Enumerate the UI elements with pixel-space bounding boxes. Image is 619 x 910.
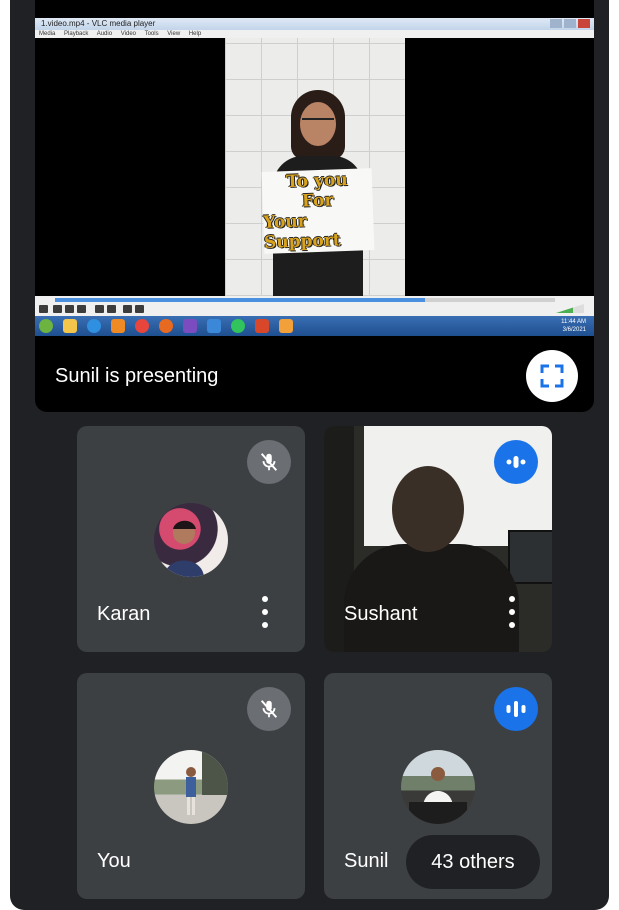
thank-you-sign: To you For Your Support	[261, 168, 375, 254]
clock-time: 11:44 AM	[561, 319, 586, 325]
participant-name: Sunil	[344, 850, 389, 872]
sign-line: For	[301, 190, 334, 212]
previous-icon	[53, 305, 62, 313]
taskbar-clock: 11:44 AM 3/6/2021	[561, 318, 586, 334]
fullscreen-button[interactable]	[526, 350, 578, 402]
mic-off-icon	[260, 453, 278, 471]
clock-date: 3/6/2021	[562, 327, 586, 333]
speaking-indicator	[494, 440, 538, 484]
powerpoint-icon	[255, 319, 269, 333]
participant-name: You	[97, 850, 131, 872]
next-icon	[77, 305, 86, 313]
start-icon	[39, 319, 53, 333]
mic-off-badge	[247, 440, 291, 484]
shared-screen: 1.video.mp4 - VLC media player Media Pla…	[35, 18, 594, 336]
seek-bar	[55, 298, 555, 302]
sign-line: To you	[285, 169, 349, 193]
more-options-button[interactable]	[502, 596, 522, 628]
loop-icon	[123, 305, 132, 313]
media-icon	[111, 319, 125, 333]
sign-line: Your Support	[263, 211, 341, 253]
vlc-menu-item: Media	[39, 31, 56, 37]
whatsapp-icon	[231, 319, 245, 333]
mic-off-icon	[260, 700, 278, 718]
vlc-menu-item: Tools	[144, 31, 159, 37]
play-pause-icon	[39, 305, 48, 313]
stop-icon	[65, 305, 74, 313]
playlist-icon	[107, 305, 116, 313]
vlc-title-bar: 1.video.mp4 - VLC media player	[35, 18, 594, 30]
mic-off-badge	[247, 687, 291, 731]
audio-levels-icon	[506, 701, 526, 717]
others-count-button[interactable]: 43 others	[406, 835, 540, 889]
vlc-menu-bar: Media Playback Audio Video Tools View He…	[35, 30, 594, 38]
vlc-menu-item: Help	[188, 31, 202, 37]
app-icon	[207, 319, 221, 333]
presentation-tile[interactable]: 1.video.mp4 - VLC media player Media Pla…	[35, 0, 594, 412]
vlc-menu-item: Video	[120, 31, 136, 37]
vlc-controls	[35, 296, 594, 316]
avatar	[154, 503, 228, 577]
speaking-indicator	[494, 687, 538, 731]
avatar	[154, 750, 228, 824]
fullscreen-icon	[540, 364, 564, 388]
shuffle-icon	[135, 305, 144, 313]
window-controls	[550, 19, 590, 28]
vlc-menu-item: Playback	[64, 31, 89, 37]
app-icon	[183, 319, 197, 333]
vlc-menu-item: Audio	[96, 31, 113, 37]
presenting-label: Sunil is presenting	[55, 365, 219, 387]
ie-icon	[87, 319, 101, 333]
participant-tile-karan[interactable]: Karan	[77, 426, 305, 652]
audio-levels-icon	[506, 456, 526, 468]
avatar	[401, 750, 475, 824]
vlc-window-title: 1.video.mp4 - VLC media player	[41, 19, 156, 28]
fullscreen-toggle-icon	[95, 305, 104, 313]
vlc-menu-item: View	[167, 31, 181, 37]
participant-tile-you[interactable]: You	[77, 673, 305, 899]
firefox-icon	[159, 319, 173, 333]
explorer-icon	[63, 319, 77, 333]
participant-name: Karan	[97, 603, 151, 625]
participant-tile-sunil[interactable]: Sunil 43 others	[324, 673, 552, 899]
volume-icon	[556, 304, 584, 313]
video-frame: To you For Your Support	[225, 38, 405, 296]
participant-tile-sushant[interactable]: Sushant	[324, 426, 552, 652]
windows-taskbar: 11:44 AM 3/6/2021	[35, 316, 594, 336]
more-options-button[interactable]	[255, 596, 275, 628]
meeting-window: 1.video.mp4 - VLC media player Media Pla…	[10, 0, 609, 910]
vlc-icon	[279, 319, 293, 333]
chrome-icon	[135, 319, 149, 333]
participant-name: Sushant	[344, 603, 418, 625]
